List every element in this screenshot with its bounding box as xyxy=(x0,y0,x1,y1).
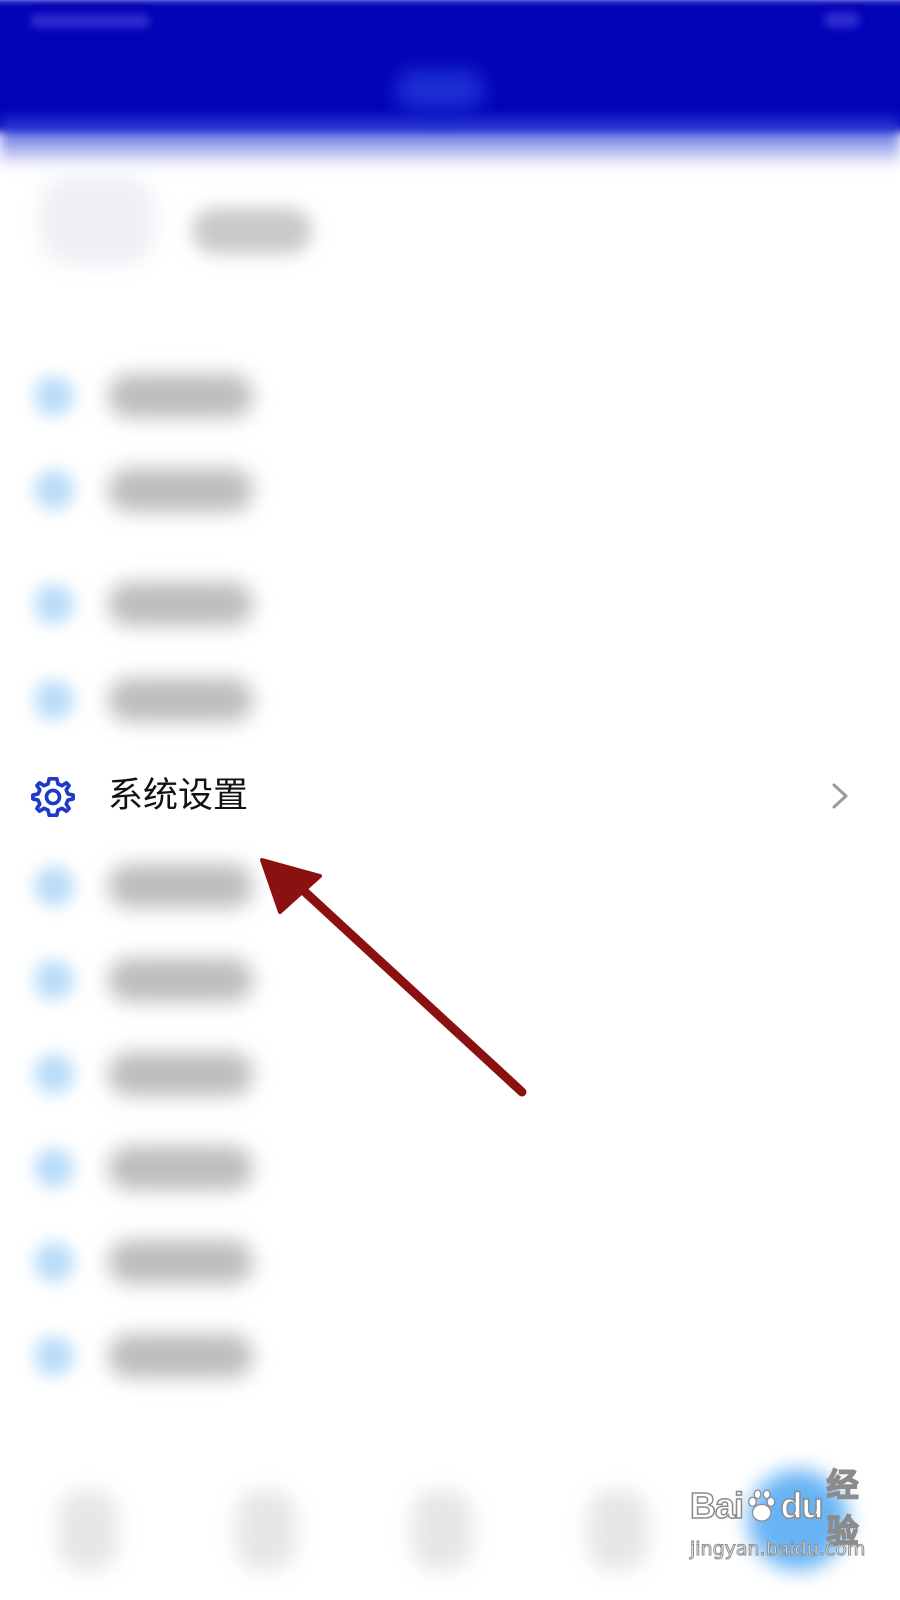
blurred-header-title xyxy=(395,70,485,110)
blurred-menu-item[interactable] xyxy=(0,450,900,530)
blurred-menu-label xyxy=(108,468,253,512)
blurred-menu-label xyxy=(108,678,253,722)
blurred-menu-label xyxy=(108,374,253,418)
blurred-menu-item[interactable] xyxy=(0,940,900,1020)
settings-menu-screen: 系统设置 Bai du 经验 jingyan.baidu.com xyxy=(0,0,900,1600)
watermark-logo-text: du xyxy=(780,1484,824,1527)
blurred-menu-item[interactable] xyxy=(0,1316,900,1396)
blurred-menu-item[interactable] xyxy=(0,1128,900,1208)
watermark-logo: Bai du 经验 xyxy=(689,1465,880,1551)
blurred-menu-icon xyxy=(34,1336,74,1376)
blurred-menu-icon xyxy=(34,866,74,906)
blurred-menu-icon xyxy=(34,376,74,416)
blurred-avatar xyxy=(40,175,155,265)
menu-item-system-settings[interactable]: 系统设置 xyxy=(0,756,900,836)
blurred-menu-icon xyxy=(34,470,74,510)
blurred-menu-item[interactable] xyxy=(0,356,900,436)
blurred-menu-label xyxy=(108,1146,253,1190)
blurred-menu-label xyxy=(108,582,253,626)
blurred-status-icons xyxy=(824,12,860,28)
blurred-menu-item[interactable] xyxy=(0,564,900,644)
baidu-jingyan-watermark: Bai du 经验 jingyan.baidu.com xyxy=(689,1465,880,1578)
blurred-menu-item[interactable] xyxy=(0,846,900,926)
blurred-menu-item[interactable] xyxy=(0,1222,900,1302)
chevron-right-icon xyxy=(832,783,848,809)
blurred-menu-label xyxy=(108,1334,253,1378)
blurred-bottom-nav-item[interactable] xyxy=(412,1490,472,1570)
blurred-status-bar-text xyxy=(30,14,150,28)
blurred-menu-label xyxy=(108,1052,253,1096)
blurred-bottom-nav-item[interactable] xyxy=(58,1490,118,1570)
blurred-menu-icon xyxy=(34,584,74,624)
blurred-menu-icon xyxy=(34,1242,74,1282)
blurred-menu-item[interactable] xyxy=(0,660,900,740)
watermark-logo-text: Bai xyxy=(689,1484,745,1527)
blurred-menu-label xyxy=(108,1240,253,1284)
watermark-url: jingyan.baidu.com xyxy=(689,1538,866,1561)
blurred-menu-icon xyxy=(34,680,74,720)
paw-icon xyxy=(748,1489,776,1522)
menu-item-label: 系统设置 xyxy=(108,776,249,816)
blurred-menu-icon xyxy=(34,1054,74,1094)
blurred-menu-label xyxy=(108,864,253,908)
blurred-user-name xyxy=(192,208,312,254)
gear-icon xyxy=(31,776,75,818)
header-shadow xyxy=(0,118,900,168)
blurred-bottom-nav-item[interactable] xyxy=(236,1490,296,1570)
blurred-bottom-nav-item[interactable] xyxy=(588,1490,648,1570)
blurred-menu-icon xyxy=(34,1148,74,1188)
blurred-menu-item[interactable] xyxy=(0,1034,900,1114)
blurred-menu-icon xyxy=(34,960,74,1000)
blurred-menu-label xyxy=(108,958,253,1002)
